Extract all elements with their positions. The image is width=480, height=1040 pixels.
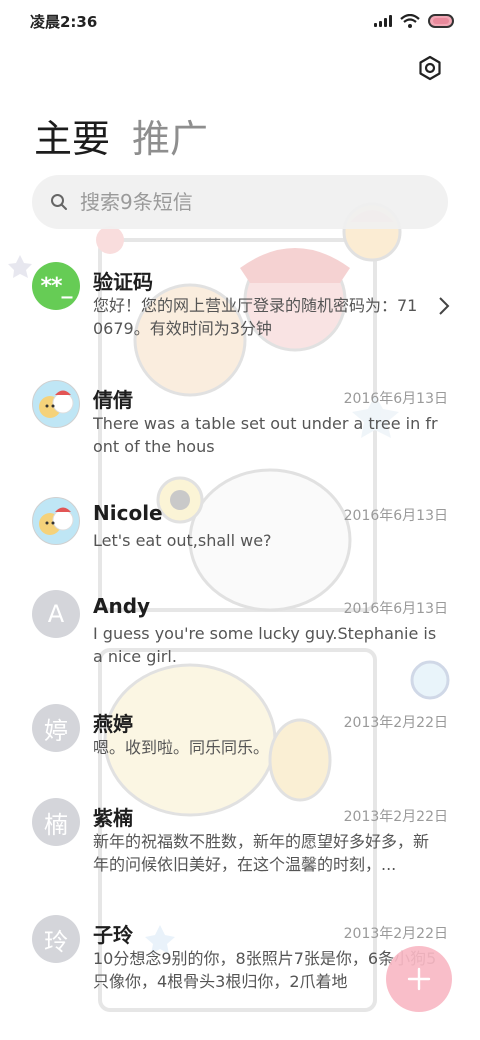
message-date: 2016年6月13日	[343, 601, 448, 617]
avatar	[32, 497, 80, 545]
message-preview: 新年的祝福数不胜数，新年的愿望好多好多，新年的问候依旧美好，在这个温馨的时刻，.…	[93, 832, 430, 874]
settings-button[interactable]	[414, 52, 446, 84]
avatar: 婷	[32, 704, 80, 752]
tab-promotions[interactable]: 推广	[132, 108, 208, 163]
plus-icon	[407, 967, 431, 991]
contact-name: 倩倩	[93, 388, 133, 412]
contact-name: 子玲	[93, 923, 133, 947]
signal-icon	[374, 15, 392, 27]
new-message-button[interactable]	[386, 946, 452, 1012]
category-tabs: 主要 推广	[34, 108, 208, 163]
status-bar: 凌晨2:36	[0, 0, 480, 42]
contact-name: 验证码	[93, 270, 153, 294]
message-preview: I guess you're some lucky guy.Stephanie …	[93, 624, 437, 666]
conversation-item-yanting[interactable]: 婷 燕婷 2013年2月22日 嗯。收到啦。同乐同乐。	[0, 702, 480, 782]
contact-name: Nicole	[93, 501, 163, 525]
message-preview: 您好！您的网上营业厅登录的随机密码为：710679。有效时间为3分钟	[93, 296, 418, 338]
contact-name: 紫楠	[93, 806, 133, 830]
cartoon-avatar-icon	[39, 390, 74, 418]
conversation-item-nicole[interactable]: Nicole 2016年6月13日 Let's eat out,shall we…	[0, 495, 480, 575]
conversation-item-qianqian[interactable]: 倩倩 2016年6月13日 There was a table set out …	[0, 378, 480, 478]
cartoon-avatar-icon	[39, 507, 74, 535]
search-input[interactable]	[80, 190, 410, 214]
wifi-icon	[400, 14, 420, 28]
message-date: 2013年2月22日	[343, 809, 448, 825]
avatar: 玲	[32, 915, 80, 963]
avatar: 楠	[32, 798, 80, 846]
message-date: 2013年2月22日	[343, 926, 448, 942]
message-preview: There was a table set out under a tree i…	[93, 414, 438, 456]
tab-main[interactable]: 主要	[34, 108, 110, 163]
avatar	[32, 380, 80, 428]
avatar: A	[32, 590, 80, 638]
avatar: **_	[32, 262, 80, 310]
chevron-right-icon	[439, 297, 450, 315]
status-time: 凌晨2:36	[30, 12, 98, 31]
battery-icon	[428, 14, 454, 28]
gear-icon	[419, 55, 441, 81]
conversation-item-verification[interactable]: **_ 验证码 您好！您的网上营业厅登录的随机密码为：710679。有效时间为3…	[0, 260, 480, 360]
conversation-item-andy[interactable]: A Andy 2016年6月13日 I guess you're some lu…	[0, 588, 480, 688]
contact-name: 燕婷	[93, 712, 133, 736]
message-preview: 嗯。收到啦。同乐同乐。	[93, 738, 270, 757]
search-icon	[51, 194, 67, 210]
message-date: 2016年6月13日	[343, 508, 448, 524]
search-bar[interactable]	[32, 175, 448, 229]
message-date: 2016年6月13日	[343, 391, 448, 407]
message-date: 2013年2月22日	[343, 715, 448, 731]
status-icons	[374, 14, 454, 28]
message-preview: Let's eat out,shall we?	[93, 531, 272, 550]
conversation-item-zinan[interactable]: 楠 紫楠 2013年2月22日 新年的祝福数不胜数，新年的愿望好多好多，新年的问…	[0, 796, 480, 896]
contact-name: Andy	[93, 594, 151, 618]
